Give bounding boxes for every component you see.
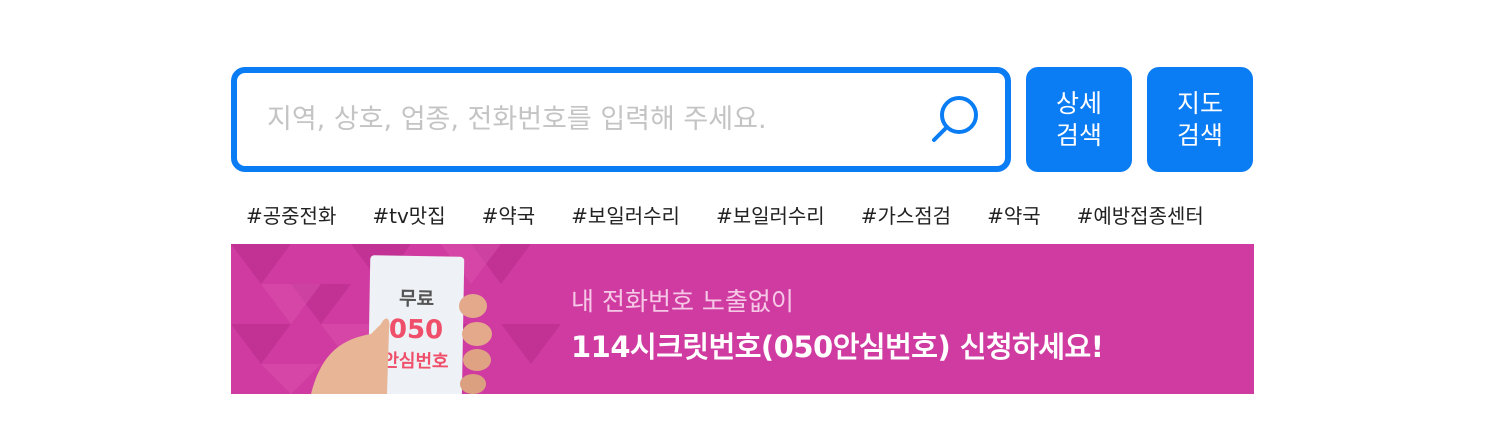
banner-subtitle: 내 전화번호 노출없이 bbox=[571, 287, 794, 316]
search-row: 상세 검색 지도 검색 bbox=[231, 67, 1254, 172]
banner-title: 114시크릿번호(050안심번호) 신청하세요! bbox=[571, 330, 1104, 364]
search-box[interactable] bbox=[231, 67, 1011, 172]
tag-link[interactable]: #보일러수리 bbox=[571, 200, 680, 229]
search-area: 상세 검색 지도 검색 #공중전화 #tv맛집 #약국 #보일러수리 #보일러수… bbox=[231, 67, 1254, 230]
hand-illustration bbox=[311, 294, 492, 394]
search-button[interactable] bbox=[927, 92, 983, 148]
tag-link[interactable]: #공중전화 bbox=[246, 200, 336, 229]
tag-link[interactable]: #예방접종센터 bbox=[1077, 200, 1204, 229]
map-search-label-1: 지도 bbox=[1176, 88, 1223, 118]
detail-search-label-2: 검색 bbox=[1055, 120, 1102, 150]
popular-tags: #공중전화 #tv맛집 #약국 #보일러수리 #보일러수리 #가스점검 #약국 … bbox=[231, 198, 1254, 230]
map-search-button[interactable]: 지도 검색 bbox=[1147, 67, 1253, 172]
detail-search-button[interactable]: 상세 검색 bbox=[1026, 67, 1132, 172]
tag-link[interactable]: #약국 bbox=[482, 200, 536, 229]
tag-link[interactable]: #tv맛집 bbox=[372, 200, 445, 229]
search-icon bbox=[932, 95, 978, 142]
map-search-label-2: 검색 bbox=[1176, 120, 1223, 150]
search-input[interactable] bbox=[267, 104, 927, 135]
tag-link[interactable]: #약국 bbox=[987, 200, 1041, 229]
tag-link[interactable]: #가스점검 bbox=[861, 200, 951, 229]
detail-search-label-1: 상세 bbox=[1055, 88, 1102, 118]
tag-link[interactable]: #보일러수리 bbox=[716, 200, 825, 229]
promo-banner[interactable]: 무료 050 안심번호 내 전화번호 노출없이 114시크릿번호(050안심번호… bbox=[231, 244, 1254, 394]
